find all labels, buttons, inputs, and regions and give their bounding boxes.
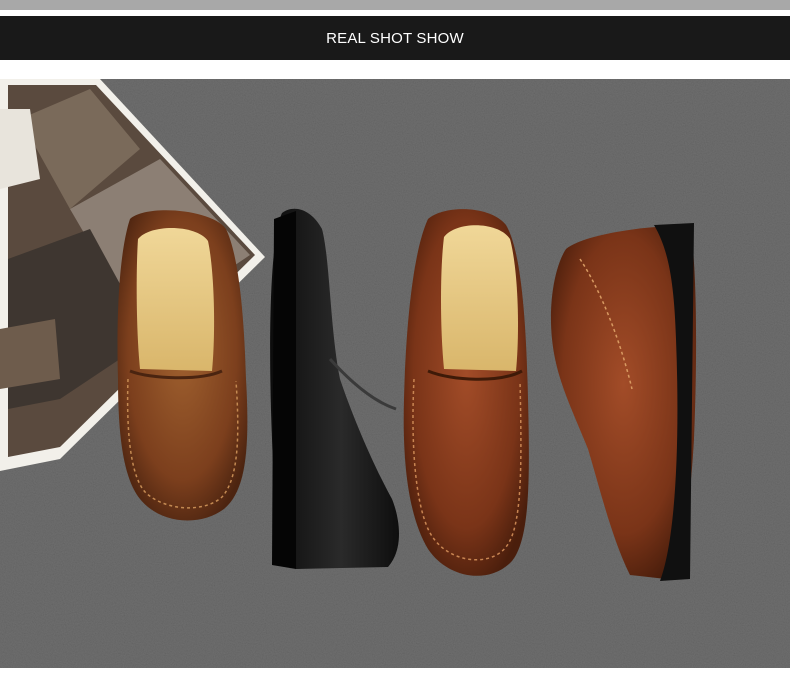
section-title: REAL SHOT SHOW bbox=[326, 29, 464, 47]
top-divider-strip bbox=[0, 0, 790, 10]
brown-loafer-1-icon bbox=[117, 210, 248, 521]
brown-loafer-2-icon bbox=[403, 209, 529, 576]
product-photo bbox=[0, 79, 790, 668]
section-header: REAL SHOT SHOW bbox=[0, 16, 790, 60]
